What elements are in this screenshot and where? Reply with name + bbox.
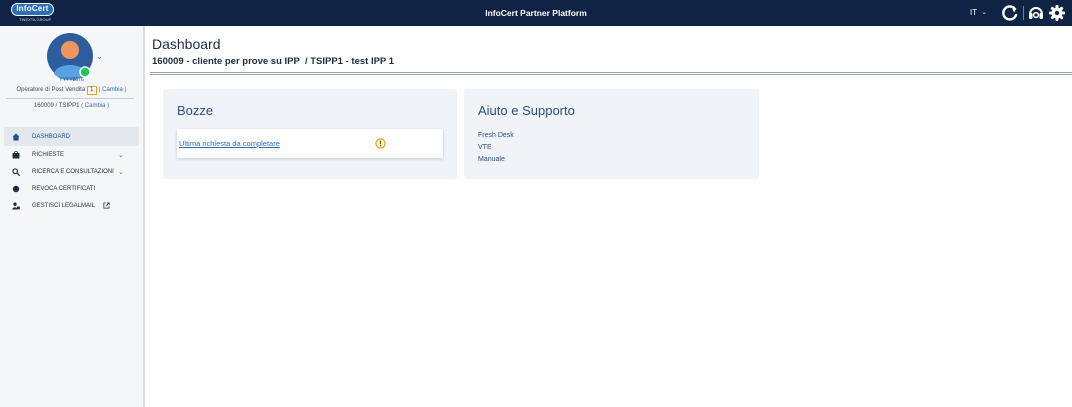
sidebar: ⌄ YYYY8676 Operatore di Post Vendita 1( C… (0, 26, 145, 407)
search-icon (12, 167, 20, 176)
infocert-logo[interactable]: InfoCert TINEXTA GROUP (11, 3, 54, 23)
user-menu-chevron-icon[interactable]: ⌄ (96, 52, 103, 61)
app-title: InfoCert Partner Platform (485, 8, 587, 18)
toolbar-separator (1023, 6, 1024, 20)
refresh-icon[interactable] (1001, 4, 1019, 22)
role-line: Operatore di Post Vendita 1( Cambia ) (0, 86, 143, 95)
sidebar-item-dashboard[interactable]: DASHBOARD (4, 127, 139, 146)
briefcase-icon (12, 150, 20, 158)
chevron-down-icon: ⌄ (118, 151, 124, 159)
sidebar-item-legalmail[interactable]: GESTISCI LEGALMAIL (4, 197, 139, 214)
certificate-icon (12, 185, 20, 192)
chevron-down-icon: ⌄ (981, 9, 987, 16)
draft-link[interactable]: Ultima richiesta da completare (179, 139, 280, 148)
logo-subtext: TINEXTA GROUP (19, 17, 52, 22)
support-headset-icon[interactable] (1027, 4, 1045, 22)
external-link-icon (103, 202, 110, 209)
support-card: Aiuto e Supporto Fresh Desk VTE Manuale (464, 89, 759, 179)
support-card-title: Aiuto e Supporto (478, 103, 575, 118)
role-label: Operatore di Post Vendita (16, 87, 86, 93)
sidebar-item-label: DASHBOARD (32, 133, 71, 140)
page-title: Dashboard (152, 36, 221, 52)
draft-item[interactable]: Ultima richiesta da completare (177, 129, 443, 158)
sidebar-nav: DASHBOARD RICHIESTE ⌄ RICERCA E CONSULTA… (4, 127, 139, 214)
pending-warning-icon (375, 138, 386, 149)
language-label: IT (970, 8, 978, 17)
drafts-card-title: Bozze (177, 103, 214, 118)
change-account-link[interactable]: ( Cambia ) (81, 103, 109, 109)
sidebar-divider (6, 98, 134, 99)
support-link-manuale[interactable]: Manuale (478, 154, 514, 166)
account-line: 160009 / TSIPP1 ( Cambia ) (0, 103, 143, 109)
sidebar-item-label: RICHIESTE (32, 151, 65, 158)
logo-text: InfoCert (11, 3, 54, 16)
top-bar: InfoCert TINEXTA GROUP InfoCert Partner … (0, 0, 1072, 26)
support-link-vte[interactable]: VTE (478, 142, 514, 154)
sidebar-item-label: REVOCA CERTIFICATI (32, 185, 96, 192)
change-role-link[interactable]: ( Cambia ) (99, 87, 127, 93)
home-icon (12, 133, 20, 140)
sidebar-item-ricerca[interactable]: RICERCA E CONSULTAZIONI ⌄ (4, 163, 139, 180)
sidebar-item-label: GESTISCI LEGALMAIL (32, 202, 96, 209)
chevron-down-icon: ⌄ (118, 168, 124, 176)
drafts-card: Bozze Ultima richiesta da completare (163, 89, 457, 179)
account-label: 160009 / TSIPP1 (33, 103, 80, 109)
context-line: 160009 - cliente per prove su IPP / TSIP… (152, 56, 395, 67)
mail-manage-icon (12, 202, 20, 209)
gear-icon[interactable] (1048, 4, 1066, 22)
support-links: Fresh Desk VTE Manuale (478, 130, 514, 166)
sidebar-item-revoca[interactable]: REVOCA CERTIFICATI (4, 180, 139, 197)
role-count-badge: 1 (87, 86, 97, 95)
sidebar-item-richieste[interactable]: RICHIESTE ⌄ (4, 146, 139, 163)
user-code: YYYY8676 (59, 77, 84, 83)
online-status-icon (79, 66, 91, 78)
support-link-freshdesk[interactable]: Fresh Desk (478, 130, 514, 142)
main-content: Dashboard 160009 - cliente per prove su … (145, 26, 1072, 407)
title-divider (150, 72, 1072, 75)
sidebar-item-label: RICERCA E CONSULTAZIONI (32, 168, 114, 175)
language-selector[interactable]: IT ⌄ (970, 0, 987, 26)
avatar[interactable] (46, 32, 94, 80)
